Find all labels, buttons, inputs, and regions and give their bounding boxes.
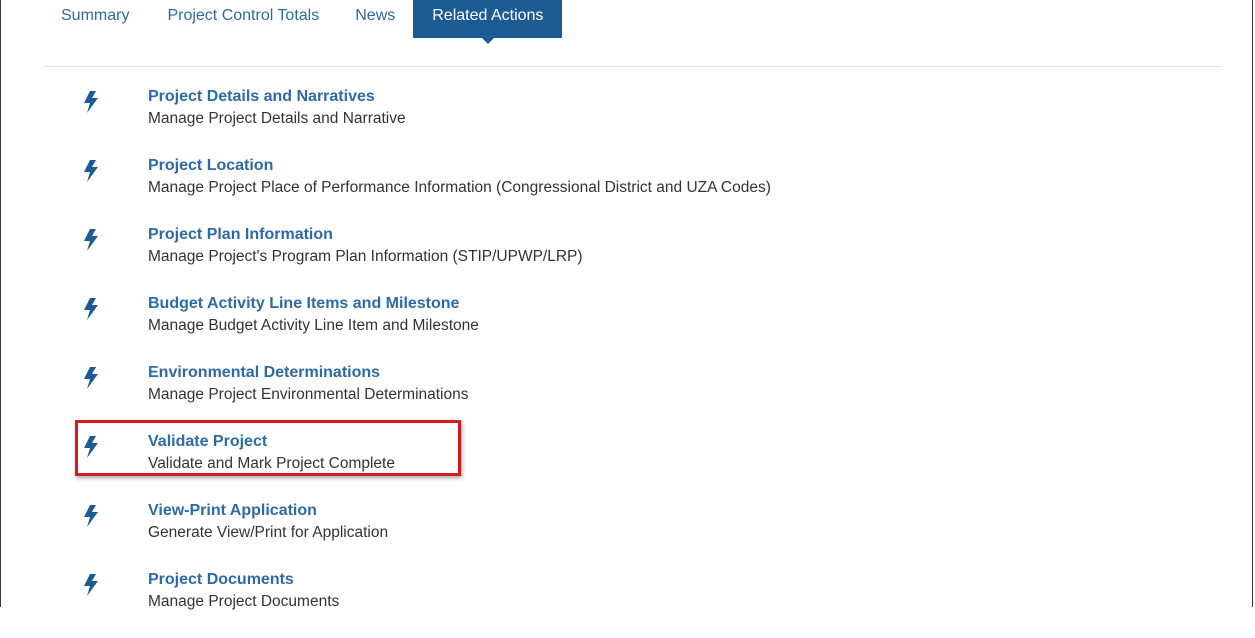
action-link-budget-activity[interactable]: Budget Activity Line Items and Milestone [148,293,479,315]
lightning-bolt-icon [84,574,98,596]
lightning-bolt-icon [84,436,98,458]
tab-project-control-totals[interactable]: Project Control Totals [167,0,319,38]
action-item-view-print: View-Print Application Generate View/Pri… [1,500,1254,569]
lightning-bolt-icon [84,367,98,389]
tab-divider [44,66,1222,67]
action-link-environmental[interactable]: Environmental Determinations [148,362,469,384]
action-item-project-plan: Project Plan Information Manage Project'… [1,224,1254,293]
action-link-project-details[interactable]: Project Details and Narratives [148,86,406,108]
tab-related-actions[interactable]: Related Actions [413,0,563,44]
action-description: Manage Project's Program Plan Informatio… [148,248,583,265]
related-actions-list: Project Details and Narratives Manage Pr… [1,86,1254,638]
action-link-project-plan[interactable]: Project Plan Information [148,224,583,246]
page-frame: Summary Project Control Totals News Rela… [0,0,1253,610]
lightning-bolt-icon [84,298,98,320]
tab-news[interactable]: News [355,0,395,38]
action-description: Manage Project Environmental Determinati… [148,386,469,403]
lightning-bolt-icon [84,505,98,527]
tab-bar: Summary Project Control Totals News Rela… [61,0,580,44]
action-description: Generate View/Print for Application [148,524,389,541]
action-link-validate-project[interactable]: Validate Project [148,431,395,453]
action-item-project-location: Project Location Manage Project Place of… [1,155,1254,224]
action-item-project-documents: Project Documents Manage Project Documen… [1,569,1254,638]
action-description: Manage Project Details and Narrative [148,110,406,127]
action-item-validate-project: Validate Project Validate and Mark Proje… [1,431,1254,500]
action-description: Manage Project Place of Performance Info… [148,179,771,196]
action-description: Validate and Mark Project Complete [148,455,395,472]
action-item-environmental: Environmental Determinations Manage Proj… [1,362,1254,431]
lightning-bolt-icon [84,229,98,251]
action-description: Manage Project Documents [148,593,340,610]
action-link-view-print[interactable]: View-Print Application [148,500,388,522]
lightning-bolt-icon [84,91,98,113]
action-item-project-details: Project Details and Narratives Manage Pr… [1,86,1254,155]
action-description: Manage Budget Activity Line Item and Mil… [148,317,479,334]
action-link-project-location[interactable]: Project Location [148,155,771,177]
action-link-project-documents[interactable]: Project Documents [148,569,339,591]
lightning-bolt-icon [84,160,98,182]
action-item-budget-activity: Budget Activity Line Items and Milestone… [1,293,1254,362]
tab-summary[interactable]: Summary [61,0,129,38]
